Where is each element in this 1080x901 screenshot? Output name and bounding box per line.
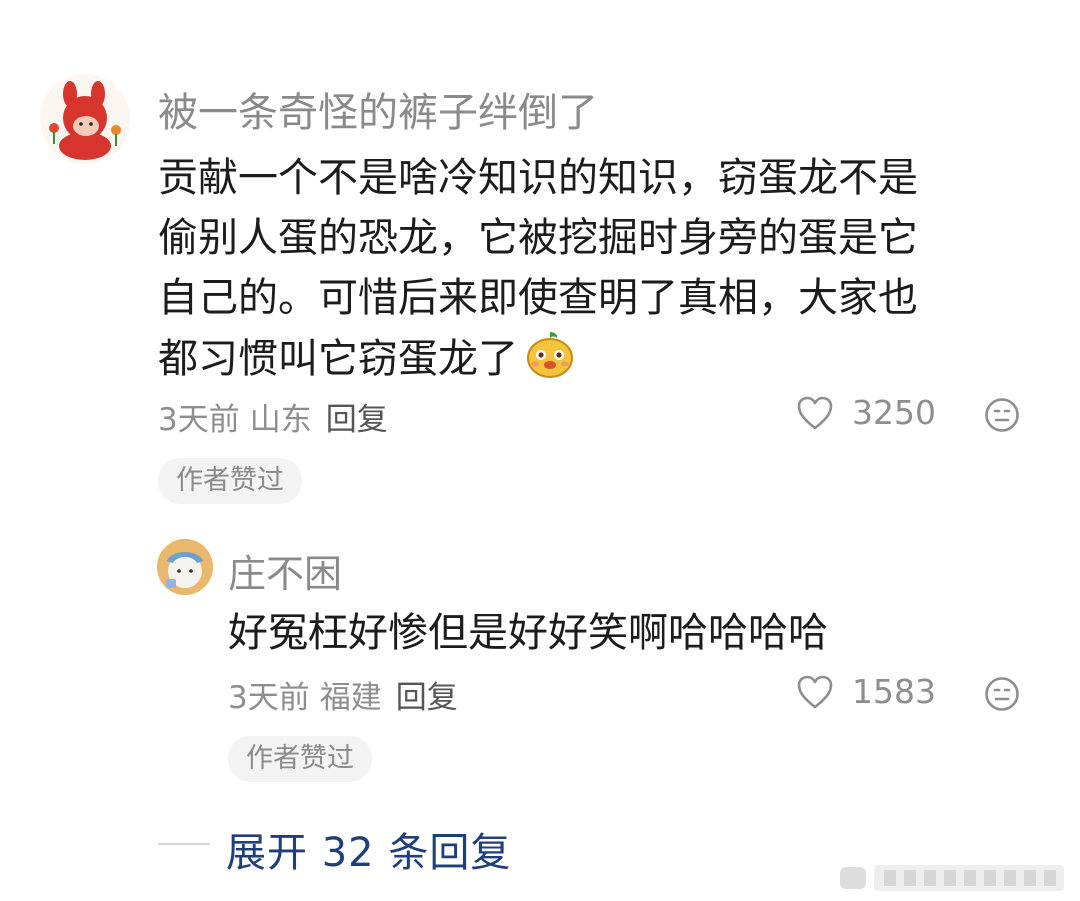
reply-reply-button[interactable]: 回复 xyxy=(396,672,458,717)
watermark-logo xyxy=(840,859,1068,895)
reply-username[interactable]: 庄不困 xyxy=(228,543,342,598)
divider xyxy=(158,843,210,845)
content-line: 偷别人蛋的恐龙，它被挖掘时身旁的蛋是它 xyxy=(158,215,918,261)
comment-username[interactable]: 被一条奇怪的裤子绊倒了 xyxy=(158,80,598,138)
like-button[interactable]: 3250 xyxy=(796,393,936,432)
avatar[interactable] xyxy=(40,74,130,164)
comment-meta: 3天前 山东 回复 xyxy=(158,394,388,439)
comment-time: 3天前 xyxy=(158,402,240,438)
author-liked-badge: 作者赞过 xyxy=(158,458,302,504)
reply-meta: 3天前 福建 回复 xyxy=(228,672,458,717)
like-count: 1583 xyxy=(852,672,936,711)
reply-author-liked-badge: 作者赞过 xyxy=(228,736,372,782)
reply-like-button[interactable]: 1583 xyxy=(796,672,936,711)
content-line: 都习惯叫它窃蛋龙了 xyxy=(158,328,918,397)
reply-dislike-button[interactable] xyxy=(984,676,1020,716)
reply-content: 好冤枉好惨但是好好笑啊哈哈哈哈 xyxy=(228,610,828,656)
content-line: 自己的。可惜后来即使查明了真相，大家也 xyxy=(158,275,918,321)
comment-location: 山东 xyxy=(249,402,312,438)
reply-location: 福建 xyxy=(319,680,382,716)
content-line: 贡献一个不是啥冷知识的知识，窃蛋龙不是 xyxy=(158,155,918,201)
emoji-icon xyxy=(524,328,576,397)
dislike-button[interactable] xyxy=(984,397,1020,437)
expand-replies-link[interactable]: 展开 32 条回复 xyxy=(226,820,511,878)
frown-face-icon xyxy=(985,677,1019,711)
like-count: 3250 xyxy=(852,393,936,432)
reply-time: 3天前 xyxy=(228,680,310,716)
reply-button[interactable]: 回复 xyxy=(326,394,388,439)
comment-content: 贡献一个不是啥冷知识的知识，窃蛋龙不是 偷别人蛋的恐龙，它被挖掘时身旁的蛋是它 … xyxy=(158,148,918,397)
reply-avatar[interactable] xyxy=(157,539,213,595)
heart-outline-icon xyxy=(797,675,833,708)
content-line-text: 都习惯叫它窃蛋龙了 xyxy=(158,336,518,382)
heart-outline-icon xyxy=(797,396,833,429)
frown-face-icon xyxy=(985,398,1019,432)
